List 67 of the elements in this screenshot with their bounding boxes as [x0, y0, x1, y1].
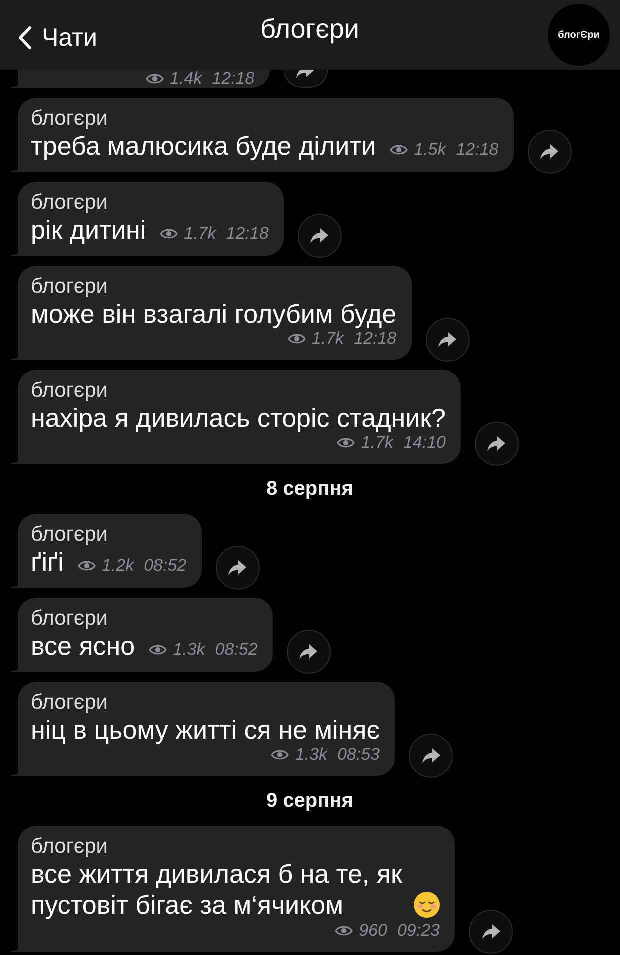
- message-time: 08:52: [215, 640, 258, 660]
- share-arrow-icon: [438, 332, 458, 348]
- message-time: 12:18: [212, 70, 255, 88]
- message-text: треба малюсика буде ділити: [31, 131, 376, 161]
- sender-name: блогєри: [31, 379, 108, 403]
- share-arrow-icon: [310, 228, 330, 244]
- eye-icon: [390, 144, 408, 156]
- eye-icon: [288, 333, 306, 345]
- view-count: 1.7k: [312, 329, 344, 349]
- sender-name: блогєри: [31, 275, 108, 299]
- eye-icon: [271, 749, 290, 761]
- forward-button[interactable]: [284, 70, 328, 88]
- view-count: 960: [359, 921, 388, 941]
- forward-button[interactable]: [409, 734, 454, 778]
- message-text: може він взагалі голубим буде: [31, 299, 397, 329]
- forward-button[interactable]: [426, 318, 470, 362]
- sender-name: блогєри: [31, 835, 108, 859]
- view-count: 1.7k: [361, 433, 394, 453]
- message-time: 12:18: [354, 329, 397, 349]
- forward-button[interactable]: [469, 910, 513, 954]
- message-time: 12:18: [226, 224, 269, 244]
- sender-name: блогєри: [31, 607, 108, 631]
- message-text: ґіґі: [31, 547, 64, 577]
- share-arrow-icon: [540, 144, 560, 160]
- eye-icon: [160, 228, 178, 240]
- chat-avatar[interactable]: блогЄри: [548, 4, 610, 66]
- sender-name: блогєри: [31, 691, 108, 715]
- message-time: 08:52: [144, 556, 187, 576]
- view-count: 1.2k: [102, 556, 134, 576]
- share-arrow-icon: [299, 644, 318, 660]
- share-arrow-icon: [296, 70, 316, 79]
- chevron-left-icon: [18, 26, 32, 50]
- share-arrow-icon: [487, 436, 506, 452]
- view-count: 1.3k: [173, 640, 206, 660]
- message-text: рік дитині: [31, 215, 146, 245]
- chat-title: блогєри: [260, 13, 360, 45]
- eye-icon: [146, 73, 164, 85]
- message-time: 12:18: [456, 140, 499, 160]
- message-time: 14:10: [403, 433, 446, 453]
- date-separator: 9 серпня: [266, 790, 354, 812]
- sender-name: блогєри: [31, 191, 108, 215]
- message-text: нахіра я дивилась сторіс стадник?: [31, 403, 446, 433]
- back-button[interactable]: Чати: [18, 24, 98, 52]
- view-count: 1.3k: [295, 745, 328, 765]
- eye-icon: [335, 925, 354, 937]
- share-arrow-icon: [482, 924, 500, 940]
- forward-button[interactable]: [528, 130, 572, 174]
- view-count: 1.4k: [170, 70, 202, 88]
- date-separator: 8 серпня: [266, 478, 354, 500]
- eye-icon: [149, 644, 168, 656]
- eye-icon: [337, 437, 356, 449]
- sender-name: блогєри: [31, 523, 108, 547]
- sender-name: блогєри: [31, 107, 108, 131]
- forward-button[interactable]: [298, 214, 342, 258]
- forward-button[interactable]: [216, 546, 260, 590]
- eye-icon: [78, 560, 96, 572]
- view-count: 1.5k: [414, 140, 446, 160]
- message-time: 09:23: [397, 921, 440, 941]
- message-text: все ясно: [31, 631, 136, 661]
- message-time: 08:53: [337, 745, 380, 765]
- message-text: все життя дивилася б на те, як пустовіт бігає за м‘ячиком: [31, 859, 404, 921]
- share-arrow-icon: [422, 748, 441, 764]
- forward-button[interactable]: [474, 422, 519, 466]
- forward-button[interactable]: [286, 630, 331, 674]
- view-count: 1.7k: [184, 224, 216, 244]
- share-arrow-icon: [228, 560, 248, 576]
- message-text: ніц в цьому житті ся не міняє: [31, 715, 380, 745]
